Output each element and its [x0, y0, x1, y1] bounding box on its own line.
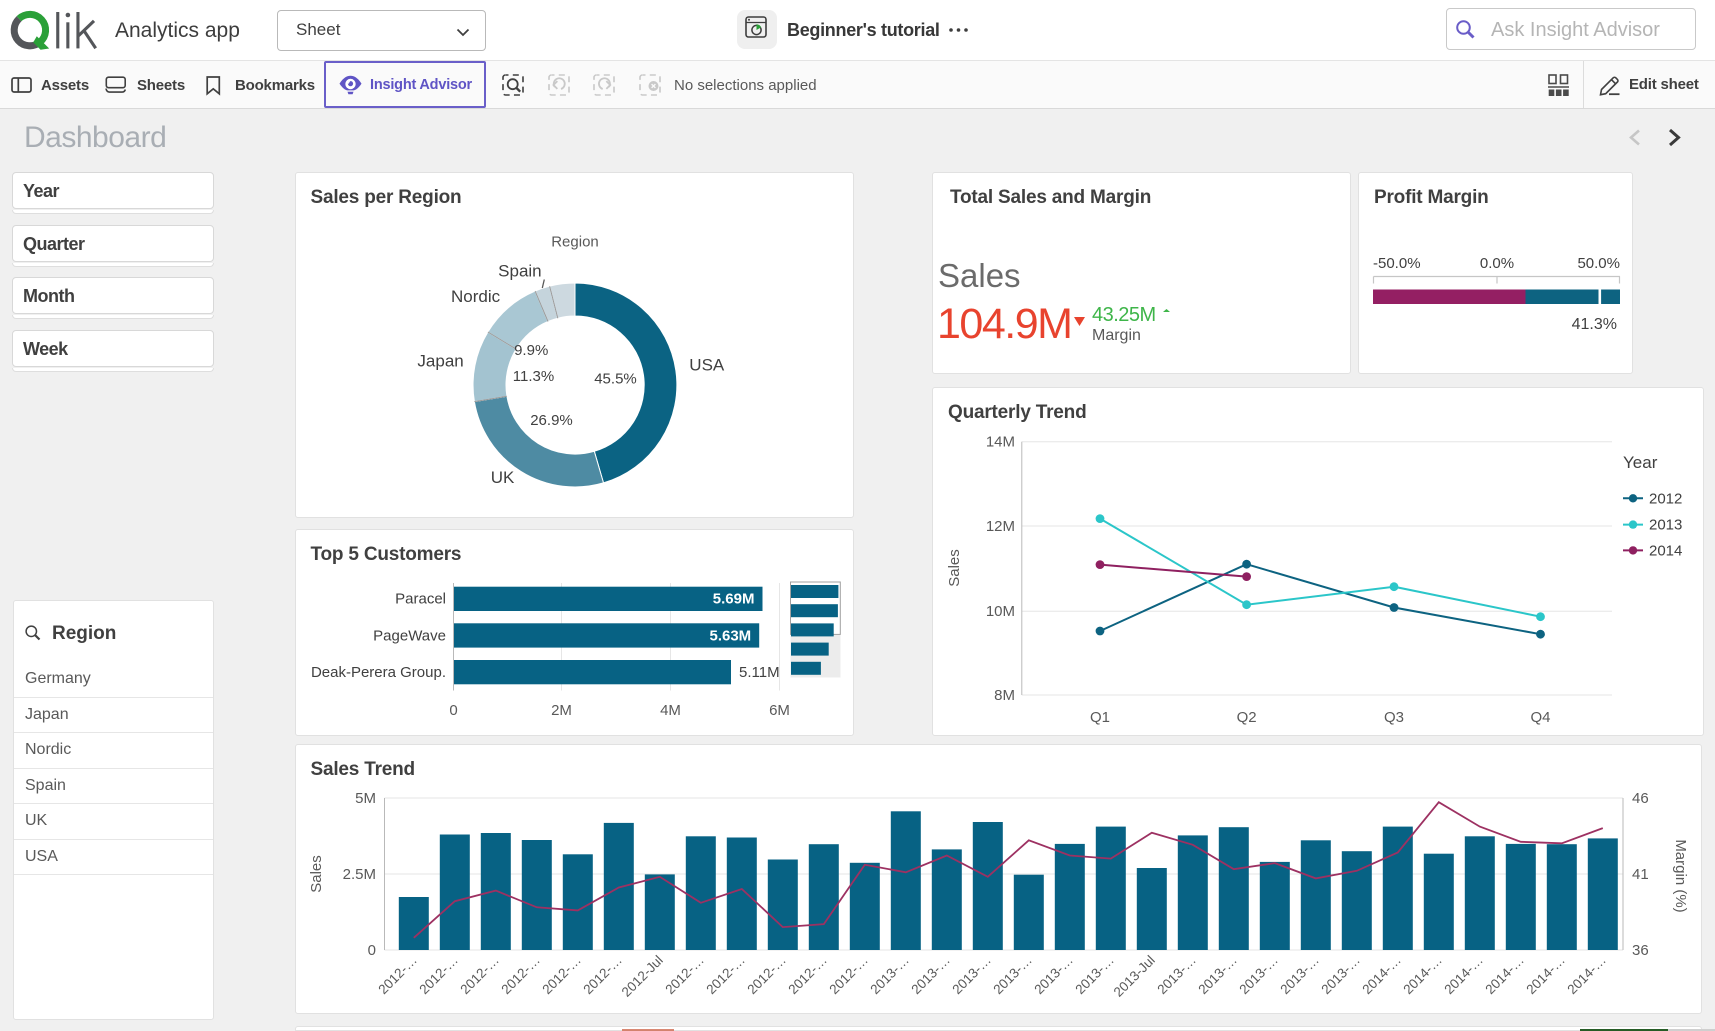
svg-text:2012-…: 2012-…	[457, 953, 502, 998]
svg-text:2012-…: 2012-…	[826, 953, 871, 998]
svg-text:Region: Region	[551, 233, 599, 250]
svg-text:8M: 8M	[994, 687, 1015, 704]
svg-text:5.11M: 5.11M	[739, 664, 780, 681]
svg-text:2012-Jul: 2012-Jul	[618, 953, 665, 1000]
svg-text:Sales: Sales	[946, 549, 963, 587]
svg-text:2013-…: 2013-…	[1154, 953, 1199, 998]
svg-text:2012-…: 2012-…	[498, 953, 543, 998]
svg-text:Q4: Q4	[1530, 709, 1550, 726]
svg-text:41.3%: 41.3%	[1572, 316, 1617, 333]
svg-text:2012-…: 2012-…	[375, 953, 420, 998]
svg-text:2014-…: 2014-…	[1441, 953, 1486, 998]
svg-text:Paracel: Paracel	[395, 591, 446, 608]
svg-text:Spain: Spain	[498, 261, 541, 280]
svg-text:26.9%: 26.9%	[530, 412, 573, 429]
svg-text:2014-…: 2014-…	[1564, 953, 1609, 998]
svg-text:2012: 2012	[1649, 490, 1682, 507]
svg-text:36: 36	[1632, 942, 1649, 959]
svg-text:UK: UK	[490, 468, 514, 487]
svg-text:45.5%: 45.5%	[594, 370, 637, 387]
svg-text:Sales: Sales	[308, 855, 325, 893]
svg-text:2013-…: 2013-…	[1277, 953, 1322, 998]
svg-text:2012-…: 2012-…	[539, 953, 584, 998]
svg-text:0.0%: 0.0%	[1480, 255, 1514, 272]
svg-text:12M: 12M	[986, 518, 1015, 535]
svg-text:Q1: Q1	[1090, 709, 1110, 726]
svg-text:2013-…: 2013-…	[908, 953, 953, 998]
svg-text:2M: 2M	[551, 702, 572, 719]
svg-text:2013-…: 2013-…	[867, 953, 912, 998]
svg-text:10M: 10M	[986, 603, 1015, 620]
svg-text:41: 41	[1632, 866, 1649, 883]
svg-text:9.9%: 9.9%	[514, 342, 548, 359]
svg-text:Japan: Japan	[417, 352, 463, 371]
svg-text:2014-…: 2014-…	[1482, 953, 1527, 998]
svg-text:Nordic: Nordic	[451, 287, 501, 306]
svg-text:0: 0	[449, 702, 457, 719]
svg-text:2013-…: 2013-…	[1236, 953, 1281, 998]
svg-text:2014-…: 2014-…	[1523, 953, 1568, 998]
svg-text:2012-…: 2012-…	[785, 953, 830, 998]
svg-text:2013-…: 2013-…	[949, 953, 994, 998]
svg-text:Q3: Q3	[1384, 709, 1404, 726]
svg-text:Margin (%): Margin (%)	[1672, 839, 1689, 912]
svg-text:2013-…: 2013-…	[1072, 953, 1117, 998]
svg-text:USA: USA	[689, 355, 725, 374]
svg-text:0: 0	[367, 942, 375, 959]
svg-text:2014-…: 2014-…	[1400, 953, 1445, 998]
svg-text:2012-…: 2012-…	[703, 953, 748, 998]
svg-text:2014-…: 2014-…	[1359, 953, 1404, 998]
svg-text:-50.0%: -50.0%	[1373, 255, 1421, 272]
svg-text:2012-…: 2012-…	[744, 953, 789, 998]
svg-text:2013-…: 2013-…	[1195, 953, 1240, 998]
svg-text:Deak-Perera Group.: Deak-Perera Group.	[310, 664, 445, 681]
svg-text:2013: 2013	[1649, 517, 1682, 534]
svg-text:2014: 2014	[1649, 542, 1682, 559]
svg-text:2013-…: 2013-…	[1318, 953, 1363, 998]
svg-text:2013-Jul: 2013-Jul	[1110, 953, 1157, 1000]
svg-text:11.3%: 11.3%	[512, 368, 553, 385]
svg-text:2013-…: 2013-…	[990, 953, 1035, 998]
svg-text:2013-…: 2013-…	[1031, 953, 1076, 998]
svg-text:2012-…: 2012-…	[416, 953, 461, 998]
svg-text:5.63M: 5.63M	[709, 627, 751, 644]
svg-text:PageWave: PageWave	[373, 627, 446, 644]
svg-text:2012-…: 2012-…	[580, 953, 625, 998]
svg-text:Q2: Q2	[1237, 709, 1257, 726]
svg-text:2.5M: 2.5M	[342, 866, 375, 883]
svg-text:6M: 6M	[769, 702, 790, 719]
svg-text:5M: 5M	[355, 790, 376, 807]
svg-text:4M: 4M	[660, 702, 681, 719]
svg-text:50.0%: 50.0%	[1577, 255, 1620, 272]
svg-text:5.69M: 5.69M	[712, 591, 754, 608]
svg-text:14M: 14M	[986, 434, 1015, 451]
svg-text:2012-…: 2012-…	[662, 953, 707, 998]
svg-text:Year: Year	[1623, 453, 1658, 472]
svg-text:46: 46	[1632, 790, 1649, 807]
